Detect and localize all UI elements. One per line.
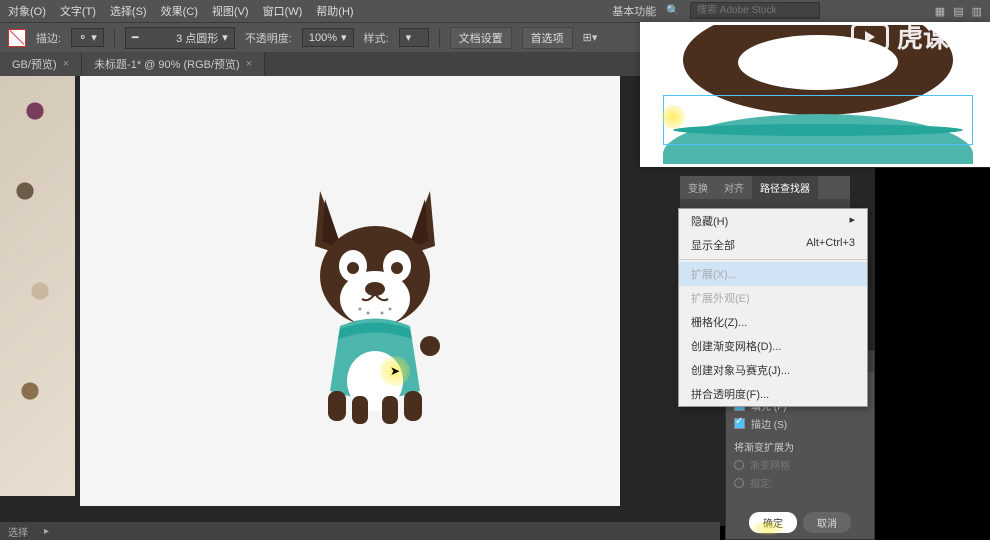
tab-2-label: 未标题-1* @ 90% (RGB/预览)	[94, 56, 240, 72]
workspace-controls: 基本功能 🔍	[612, 2, 820, 19]
status-arrow-icon[interactable]: ▸	[44, 526, 49, 537]
stroke-weight-dropdown[interactable]: ⚬▾	[71, 28, 104, 47]
selection-bounds	[663, 95, 973, 145]
cursor-icon: ➤	[390, 364, 400, 378]
menu-bar: 对象(O) 文字(T) 选择(S) 效果(C) 视图(V) 窗口(W) 帮助(H…	[0, 0, 990, 22]
brush-dropdown[interactable]: ━ 3 点圆形▾	[125, 27, 235, 49]
align-icon[interactable]: ⊞▾	[583, 31, 598, 44]
menu-object[interactable]: 对象(O)	[8, 3, 46, 19]
black-sidebar	[875, 168, 990, 540]
stroke-checkbox-row[interactable]: 描边 (S)	[734, 416, 866, 431]
bridge-icon[interactable]: ▤	[953, 5, 963, 18]
doc-setup-button[interactable]: 文档设置	[450, 27, 512, 49]
stroke-label: 描边:	[36, 30, 61, 46]
gradient-mesh-radio	[734, 460, 744, 470]
panel-tab-align[interactable]: 对齐	[716, 176, 752, 199]
status-tool: 选择	[8, 524, 28, 539]
menu-item-hide[interactable]: 隐藏(H)▸	[679, 209, 867, 233]
ok-button[interactable]: 确定	[749, 512, 797, 533]
menu-view[interactable]: 视图(V)	[212, 3, 249, 19]
close-icon[interactable]: ×	[63, 58, 69, 70]
close-icon[interactable]: ×	[246, 58, 252, 70]
tab-2[interactable]: 未标题-1* @ 90% (RGB/预览) ×	[82, 52, 265, 76]
magnified-cursor	[661, 105, 685, 129]
watermark-play-icon	[851, 23, 889, 51]
no-selection-icon	[8, 29, 26, 47]
opacity-input[interactable]: 100%▾	[302, 28, 354, 47]
panel-tab-transform[interactable]: 变换	[680, 176, 716, 199]
status-bar: 选择 ▸	[0, 522, 720, 540]
gradient-mesh-radio-row: 渐变网格	[734, 457, 866, 472]
workspace-switcher[interactable]: 基本功能	[612, 3, 656, 19]
menu-type[interactable]: 文字(T)	[60, 3, 96, 19]
menu-help[interactable]: 帮助(H)	[316, 3, 353, 19]
reference-image	[0, 76, 75, 496]
menu-select[interactable]: 选择(S)	[110, 3, 147, 19]
dog-illustration[interactable]	[290, 181, 460, 431]
tab-1[interactable]: GB/预览) ×	[0, 52, 82, 76]
menu-effect[interactable]: 效果(C)	[161, 3, 198, 19]
cancel-button[interactable]: 取消	[803, 512, 851, 533]
arrange-icon[interactable]: ▥	[972, 5, 982, 18]
tab-1-label: GB/预览)	[12, 56, 57, 72]
style-label: 样式:	[364, 30, 389, 46]
prefs-button[interactable]: 首选项	[522, 27, 573, 49]
stroke-checkbox[interactable]	[734, 418, 745, 429]
menu-item-object-mosaic[interactable]: 创建对象马赛克(J)...	[679, 358, 867, 382]
artboard[interactable]: ➤	[80, 76, 620, 506]
menu-item-gradient-mesh[interactable]: 创建渐变网格(D)...	[679, 334, 867, 358]
menu-item-rasterize[interactable]: 栅格化(Z)...	[679, 310, 867, 334]
menu-item-flatten[interactable]: 拼合透明度(F)...	[679, 382, 867, 406]
menu-item-expand-appearance: 扩展外观(E)	[679, 286, 867, 310]
specify-radio-row: 指定:	[734, 475, 866, 490]
opacity-label: 不透明度:	[245, 30, 292, 46]
search-icon: 🔍	[666, 4, 680, 17]
panel-tab-pathfinder[interactable]: 路径查找器	[752, 176, 818, 199]
stock-search-input[interactable]	[690, 2, 820, 19]
gradient-section-label: 将渐变扩展为	[734, 439, 866, 454]
menu-window[interactable]: 窗口(W)	[263, 3, 303, 19]
specify-radio	[734, 478, 744, 488]
layout-icon[interactable]: ▦	[935, 5, 945, 18]
menu-item-show-all[interactable]: 显示全部Alt+Ctrl+3	[679, 233, 867, 257]
menu-item-expand[interactable]: 扩展(X)...	[679, 262, 867, 286]
watermark: 虎课网	[851, 18, 975, 55]
object-context-menu: 隐藏(H)▸ 显示全部Alt+Ctrl+3 扩展(X)... 扩展外观(E) 栅…	[678, 208, 868, 407]
style-dropdown[interactable]: ▾	[399, 28, 429, 47]
